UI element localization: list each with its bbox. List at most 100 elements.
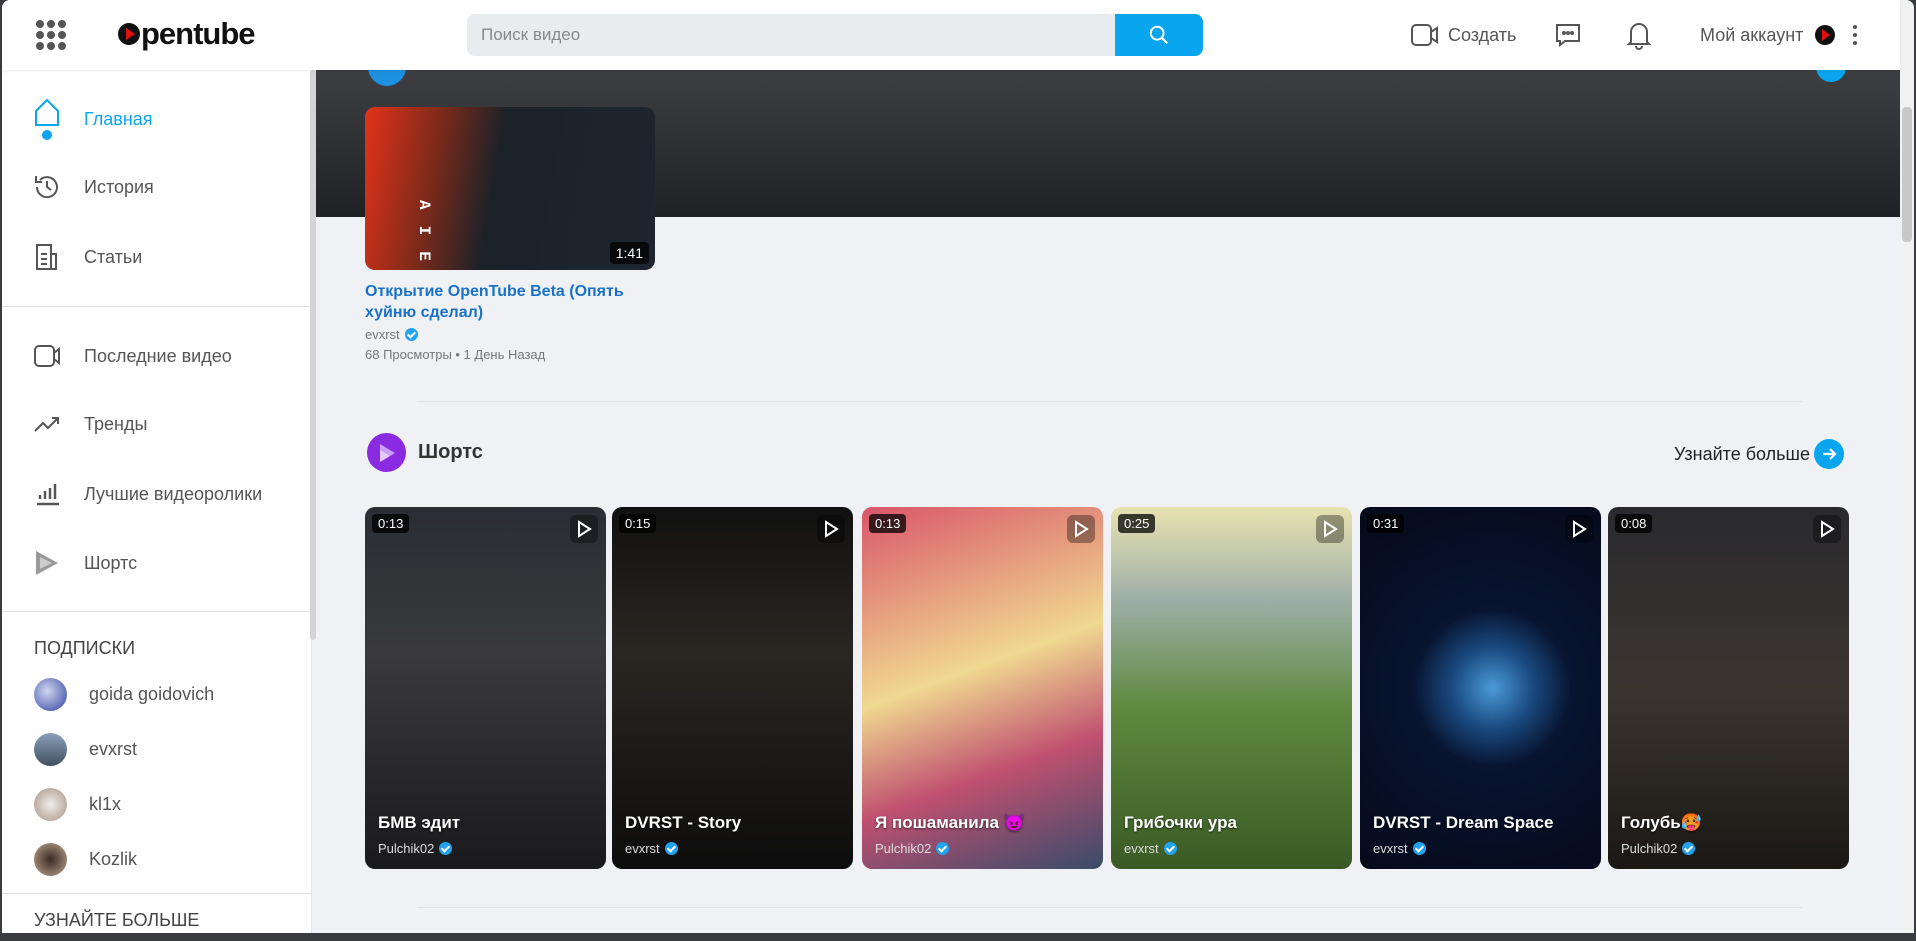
short-channel[interactable]: Pulchik02	[378, 841, 453, 856]
sidebar-item-trends[interactable]: Тренды	[32, 407, 147, 441]
search-input[interactable]	[467, 14, 1107, 56]
play-icon[interactable]	[1067, 515, 1095, 543]
sidebar-divider	[2, 611, 312, 612]
sidebar-item-home[interactable]: Главная	[32, 98, 153, 140]
play-icon[interactable]	[1565, 515, 1593, 543]
short-duration: 0:08	[1615, 514, 1653, 533]
verified-icon	[936, 842, 950, 855]
short-title: Я пошаманила 😈	[875, 813, 1025, 832]
sidebar: Главная История Статьи Последние видео Т…	[2, 70, 312, 933]
learn-more-heading: УЗНАЙТЕ БОЛЬШЕ	[34, 910, 200, 930]
sidebar-item-label: Главная	[84, 108, 153, 129]
sidebar-divider	[2, 306, 312, 307]
thumbnail-art: AIEGOMC	[415, 200, 433, 270]
sidebar-item-label: Статьи	[84, 246, 143, 267]
verified-icon	[1163, 842, 1177, 855]
video-card[interactable]: AIEGOMC 1:41 Открытие OpenTube Beta (Опя…	[365, 107, 657, 362]
avatar	[34, 843, 67, 876]
play-icon[interactable]	[570, 515, 598, 543]
sidebar-item-shorts[interactable]: Шортс	[32, 546, 137, 580]
page-scrollbar[interactable]	[1900, 0, 1914, 933]
scrollbar-thumb[interactable]	[1902, 107, 1912, 242]
short-title: DVRST - Story	[625, 813, 742, 832]
sidebar-item-label: Лучшие видеоролики	[84, 483, 263, 504]
video-thumbnail[interactable]: AIEGOMC 1:41	[365, 107, 655, 270]
search-icon	[1149, 25, 1168, 44]
learn-more-link[interactable]: Узнайте больше	[1674, 439, 1844, 469]
more-vertical-icon[interactable]	[1853, 25, 1858, 45]
articles-icon	[36, 244, 57, 270]
short-card[interactable]: 0:25 Грибочки ура evxrst	[1111, 507, 1352, 869]
video-stats: 68 Просмотры • 1 День Назад	[365, 347, 546, 362]
verified-icon	[439, 842, 453, 855]
channel-name: evxrst	[625, 841, 660, 856]
bar-chart-icon	[37, 484, 59, 506]
sidebar-divider	[2, 893, 312, 894]
learn-more-label: Узнайте больше	[1674, 443, 1810, 464]
short-card[interactable]: 0:15 DVRST - Story evxrst	[612, 507, 853, 869]
short-card[interactable]: 0:13 БМВ эдит Pulchik02	[365, 507, 606, 869]
avatar	[34, 733, 67, 766]
search-bar	[467, 14, 1203, 56]
sidebar-item-label: История	[84, 176, 154, 197]
short-channel[interactable]: Pulchik02	[1621, 841, 1696, 856]
short-card[interactable]: 0:08 Голубь🥵 Pulchik02	[1608, 507, 1849, 869]
sidebar-item-label: Последние видео	[84, 345, 232, 366]
short-channel[interactable]: evxrst	[1373, 841, 1426, 856]
channel-name: evxrst	[365, 327, 400, 342]
shorts-icon	[36, 551, 58, 575]
subscription-item[interactable]: goida goidovich	[34, 678, 214, 711]
opentube-logo[interactable]: opentubepentube	[118, 16, 256, 52]
sidebar-item-articles[interactable]: Статьи	[32, 240, 142, 274]
subscriptions-heading: ПОДПИСКИ	[34, 638, 136, 658]
shorts-section-icon	[367, 433, 406, 472]
logo-play-icon	[118, 23, 140, 45]
short-channel[interactable]: Pulchik02	[875, 841, 950, 856]
account-button[interactable]: Мой аккаунт	[1700, 20, 1858, 50]
video-title[interactable]: Открытие OpenTube Beta (Опять хуйню сдел…	[365, 281, 657, 323]
channel-name: Pulchik02	[378, 841, 435, 856]
search-button[interactable]	[1115, 14, 1203, 56]
short-title: БМВ эдит	[378, 813, 461, 832]
verified-icon	[1682, 842, 1696, 855]
bell-icon	[1626, 23, 1652, 50]
verified-icon	[1412, 842, 1426, 855]
subscription-name: goida goidovich	[89, 684, 215, 704]
video-camera-icon	[1411, 24, 1438, 46]
play-icon[interactable]	[1316, 515, 1344, 543]
messages-button[interactable]	[1554, 20, 1582, 50]
short-card[interactable]: 0:31 DVRST - Dream Space evxrst	[1360, 507, 1601, 869]
banner-arrow-icon[interactable]	[1816, 70, 1846, 82]
short-title: Грибочки ура	[1124, 813, 1237, 832]
short-duration: 0:13	[869, 514, 907, 533]
shorts-heading: Шортс	[418, 441, 483, 463]
avatar	[34, 788, 67, 821]
sidebar-item-top-videos[interactable]: Лучшие видеоролики	[32, 477, 262, 511]
create-button[interactable]: Создать	[1410, 20, 1516, 50]
notifications-button[interactable]	[1626, 20, 1652, 50]
video-channel[interactable]: evxrst	[365, 327, 657, 342]
create-label: Создать	[1448, 24, 1517, 45]
sidebar-item-history[interactable]: История	[32, 170, 154, 204]
subscription-item[interactable]: evxrst	[34, 733, 137, 766]
top-header: opentubepentube Создать Мой аккаунт	[2, 0, 1900, 70]
video-duration: 1:41	[609, 242, 649, 264]
short-duration: 0:31	[1367, 514, 1405, 533]
channel-name: Pulchik02	[875, 841, 932, 856]
chat-icon	[1556, 24, 1580, 48]
short-channel[interactable]: evxrst	[625, 841, 678, 856]
video-camera-icon	[34, 345, 60, 367]
short-channel[interactable]: evxrst	[1124, 841, 1177, 856]
logo-wordmark: pentube	[141, 16, 256, 51]
short-card[interactable]: 0:13 Я пошаманила 😈 Pulchik02	[862, 507, 1103, 869]
apps-grid-icon[interactable]	[36, 20, 66, 50]
sidebar-item-latest-videos[interactable]: Последние видео	[32, 339, 232, 373]
avatar	[34, 678, 67, 711]
play-icon[interactable]	[817, 515, 845, 543]
subscription-item[interactable]: kl1x	[34, 788, 121, 821]
verified-icon	[404, 328, 418, 341]
account-label: Мой аккаунт	[1700, 24, 1804, 45]
banner-avatar	[368, 70, 406, 86]
subscription-item[interactable]: Kozlik	[34, 843, 137, 876]
play-icon[interactable]	[1813, 515, 1841, 543]
